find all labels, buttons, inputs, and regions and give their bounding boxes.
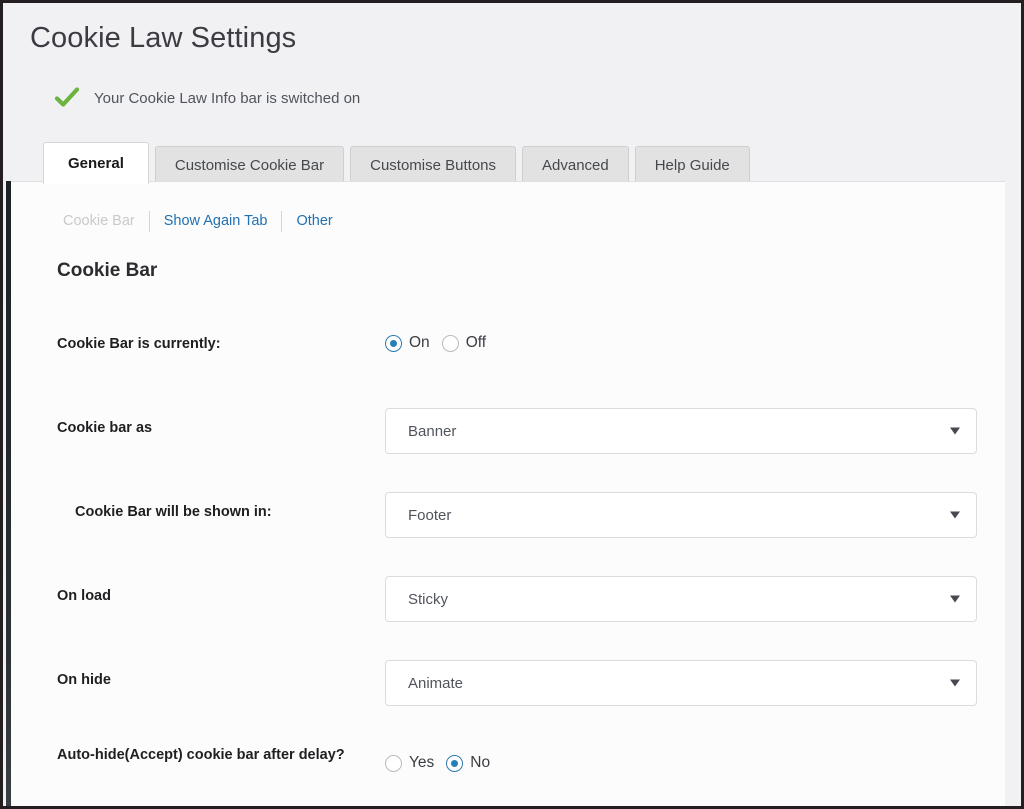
browser-window-frame: Cookie Law Settings Your Cookie Law Info…: [0, 0, 1024, 809]
tab-label: Help Guide: [654, 157, 730, 174]
chevron-down-icon: [950, 427, 960, 435]
tab-customise-cookie-bar[interactable]: Customise Cookie Bar: [154, 146, 345, 184]
radio-label: Yes: [409, 754, 435, 771]
tab-label: General: [68, 155, 124, 172]
settings-tab-strip: General Customise Cookie Bar Customise B…: [43, 142, 756, 184]
setting-row-cookie-bar-position: Cookie Bar will be shown in: Footer: [11, 478, 1005, 562]
radio-option-no[interactable]: No: [446, 754, 490, 772]
tab-help-guide[interactable]: Help Guide: [634, 146, 750, 184]
setting-label: Auto-hide(Accept) cookie bar after delay…: [57, 747, 345, 763]
radio-indicator: [385, 334, 402, 352]
radio-label: Off: [465, 334, 487, 351]
setting-label: On load: [57, 588, 111, 604]
radio-indicator: [385, 754, 402, 772]
radio-group-cookie-bar-state: On Off: [385, 334, 498, 352]
subnav-item-show-again-tab[interactable]: Show Again Tab: [150, 213, 282, 229]
setting-control: Sticky: [385, 576, 977, 622]
settings-rows: Cookie Bar is currently: On Off Cookie b…: [11, 310, 1005, 806]
green-checkmark-icon: [54, 87, 80, 107]
subnav-item-other[interactable]: Other: [282, 213, 346, 229]
radio-indicator: [441, 334, 459, 352]
setting-label: Cookie Bar will be shown in:: [75, 504, 272, 520]
select-on-load[interactable]: Sticky: [385, 576, 977, 622]
setting-row-on-load: On load Sticky: [11, 562, 1005, 646]
chevron-down-icon: [950, 511, 960, 519]
chevron-down-icon: [950, 595, 960, 603]
page-title: Cookie Law Settings: [30, 22, 297, 54]
status-row: Your Cookie Law Info bar is switched on: [54, 82, 360, 114]
tab-general[interactable]: General: [43, 142, 149, 184]
setting-row-on-hide: On hide Animate: [11, 646, 1005, 730]
select-value: Sticky: [408, 590, 449, 608]
sub-navigation: Cookie Bar Show Again Tab Other: [49, 210, 347, 232]
select-cookie-bar-position[interactable]: Footer: [385, 492, 977, 538]
setting-row-cookie-bar-as: Cookie bar as Banner: [11, 394, 1005, 478]
settings-content-panel: Cookie Bar Show Again Tab Other Cookie B…: [11, 181, 1005, 806]
setting-row-cookie-bar-state: Cookie Bar is currently: On Off: [11, 310, 1005, 394]
radio-group-auto-hide: Yes No: [385, 754, 502, 772]
setting-label: On hide: [57, 672, 111, 688]
page-header: Cookie Law Settings Your Cookie Law Info…: [6, 6, 1021, 184]
radio-option-on[interactable]: On: [385, 334, 430, 352]
select-value: Banner: [408, 422, 457, 440]
tab-advanced[interactable]: Advanced: [522, 146, 629, 184]
status-message: Your Cookie Law Info bar is switched on: [94, 89, 361, 107]
setting-control: Footer: [385, 492, 977, 538]
subnav-item-cookie-bar[interactable]: Cookie Bar: [49, 213, 149, 229]
radio-option-off[interactable]: Off: [441, 334, 487, 352]
select-value: Footer: [408, 506, 452, 524]
setting-control: Banner: [385, 408, 977, 454]
radio-indicator: [446, 754, 464, 772]
setting-control: Animate: [385, 660, 977, 706]
tab-label: Advanced: [542, 157, 609, 174]
radio-label: On: [409, 334, 430, 351]
section-heading: Cookie Bar: [57, 260, 158, 281]
tab-label: Customise Cookie Bar: [174, 157, 325, 174]
tab-customise-buttons[interactable]: Customise Buttons: [350, 146, 516, 184]
setting-label: Cookie Bar is currently:: [57, 336, 221, 352]
setting-label: Cookie bar as: [57, 420, 153, 436]
panel-right-gutter: [1005, 181, 1021, 806]
setting-row-auto-hide: Auto-hide(Accept) cookie bar after delay…: [11, 730, 1005, 806]
select-cookie-bar-as[interactable]: Banner: [385, 408, 977, 454]
chevron-down-icon: [950, 679, 960, 687]
select-value: Animate: [408, 674, 464, 692]
radio-label: No: [470, 754, 491, 771]
tab-label: Customise Buttons: [370, 157, 496, 174]
radio-option-yes[interactable]: Yes: [385, 754, 434, 772]
select-on-hide[interactable]: Animate: [385, 660, 977, 706]
